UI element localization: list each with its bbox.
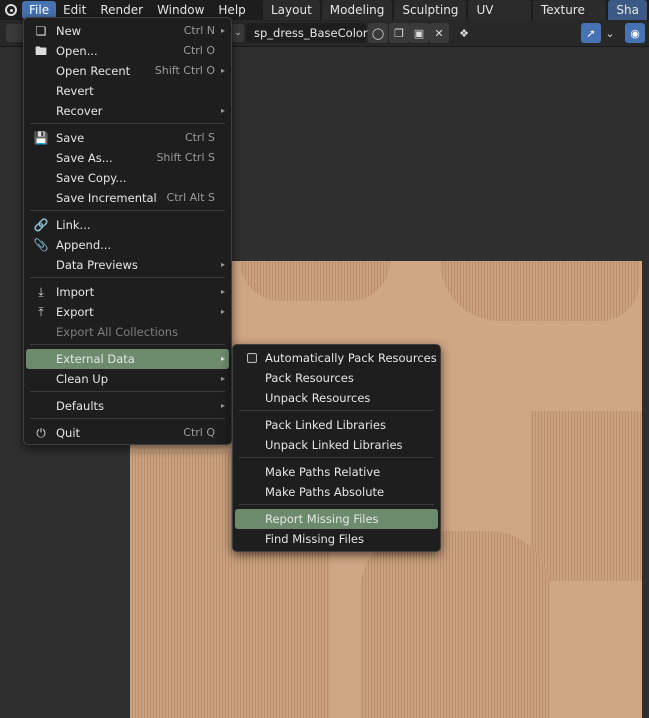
submenu-arrow-icon: ▸: [220, 106, 225, 115]
menu-item-unpack-resources[interactable]: Unpack Resources: [235, 388, 438, 408]
submenu-arrow-icon: ▸: [220, 26, 225, 35]
save-icon: 💾: [33, 131, 49, 145]
menu-item-auto-pack[interactable]: Automatically Pack Resources: [235, 348, 438, 368]
file-menu: ❏ New Ctrl N ▸ 🖿 Open... Ctrl O Open Rec…: [23, 17, 232, 445]
chevron-down-icon[interactable]: ⌄: [600, 23, 620, 43]
menu-item-pack-linked-libraries[interactable]: Pack Linked Libraries: [235, 415, 438, 435]
close-icon[interactable]: ✕: [429, 23, 449, 43]
tab-shading[interactable]: Sha: [608, 0, 647, 20]
duplicate-icon[interactable]: ❐: [389, 23, 409, 43]
menu-item-make-paths-absolute[interactable]: Make Paths Absolute: [235, 482, 438, 502]
image-name-field[interactable]: sp_dress_BaseColor: [246, 23, 368, 43]
menu-item-import[interactable]: ⤓ Import ▸: [26, 282, 229, 302]
append-paperclip-icon: 📎: [33, 238, 49, 252]
menu-item-link[interactable]: 🔗 Link...: [26, 215, 229, 235]
menu-separator: [239, 457, 434, 458]
menu-item-report-missing-files[interactable]: Report Missing Files: [235, 509, 438, 529]
workspace-tabs: Layout Modeling Sculpting UV Editing Tex…: [263, 0, 649, 37]
submenu-arrow-icon: ▸: [220, 307, 225, 316]
gizmo-icon[interactable]: ➚: [581, 23, 601, 43]
export-icon: ⤒: [38, 305, 44, 319]
fake-user-shield-icon[interactable]: ◯: [368, 23, 388, 43]
overlay-icon[interactable]: ◉: [625, 23, 645, 43]
menu-separator: [30, 391, 225, 392]
menu-item-defaults[interactable]: Defaults ▸: [26, 396, 229, 416]
submenu-arrow-icon: ▸: [220, 66, 225, 75]
menu-item-export-all-collections: Export All Collections: [56, 325, 179, 339]
menu-separator: [30, 277, 225, 278]
external-data-submenu: Automatically Pack Resources Pack Resour…: [232, 344, 441, 552]
pin-icon[interactable]: ❖: [454, 23, 474, 43]
blender-logo-icon[interactable]: [0, 0, 22, 20]
menu-item-external-data[interactable]: External Data ▸: [26, 349, 229, 369]
menu-separator: [30, 418, 225, 419]
tab-modeling[interactable]: Modeling: [321, 0, 393, 20]
menu-separator: [30, 210, 225, 211]
menu-item-save[interactable]: 💾 Save Ctrl S: [26, 128, 229, 148]
menu-item-clean-up[interactable]: Clean Up ▸: [26, 369, 229, 389]
menu-item-find-missing-files[interactable]: Find Missing Files: [235, 529, 438, 549]
tab-uv-editing[interactable]: UV Editing: [468, 0, 531, 37]
menu-item-export[interactable]: ⤒ Export ▸: [26, 302, 229, 322]
menu-separator: [239, 504, 434, 505]
folder-icon: 🖿: [34, 44, 47, 58]
menu-item-new[interactable]: ❏ New Ctrl N ▸: [26, 21, 229, 41]
menu-item-append[interactable]: 📎 Append...: [26, 235, 229, 255]
power-icon: ⏻: [36, 426, 46, 440]
link-icon: 🔗: [33, 218, 49, 232]
submenu-arrow-icon: ▸: [220, 260, 225, 269]
menu-separator: [30, 123, 225, 124]
menu-separator: [30, 344, 225, 345]
chevron-down-icon[interactable]: ⌄: [232, 24, 244, 42]
menu-item-save-incremental[interactable]: Save Incremental Ctrl Alt S: [26, 188, 229, 208]
submenu-arrow-icon: ▸: [220, 354, 225, 363]
menu-item-save-as[interactable]: Save As... Shift Ctrl S: [26, 148, 229, 168]
submenu-arrow-icon: ▸: [220, 287, 225, 296]
menu-item-unpack-linked-libraries[interactable]: Unpack Linked Libraries: [235, 435, 438, 455]
tab-texture-paint[interactable]: Texture Paint: [532, 0, 607, 37]
menu-item-revert[interactable]: Revert: [26, 81, 229, 101]
menu-item-pack-resources[interactable]: Pack Resources: [235, 368, 438, 388]
auto-pack-checkbox[interactable]: [247, 353, 257, 363]
menu-item-save-copy[interactable]: Save Copy...: [26, 168, 229, 188]
menu-item-make-paths-relative[interactable]: Make Paths Relative: [235, 462, 438, 482]
import-icon: ⤓: [38, 285, 44, 299]
tab-sculpting[interactable]: Sculpting: [394, 0, 467, 20]
menu-item-quit[interactable]: ⏻ Quit Ctrl Q: [26, 423, 229, 443]
menu-item-recover[interactable]: Recover ▸: [26, 101, 229, 121]
tab-layout[interactable]: Layout: [263, 0, 320, 20]
menu-separator: [239, 410, 434, 411]
menu-item-open[interactable]: 🖿 Open... Ctrl O: [26, 41, 229, 61]
submenu-arrow-icon: ▸: [220, 374, 225, 383]
new-file-icon: ❏: [35, 24, 47, 38]
submenu-arrow-icon: ▸: [220, 401, 225, 410]
open-image-icon[interactable]: ▣: [409, 23, 429, 43]
menu-item-data-previews[interactable]: Data Previews ▸: [26, 255, 229, 275]
menu-item-open-recent[interactable]: Open Recent Shift Ctrl O ▸: [26, 61, 229, 81]
